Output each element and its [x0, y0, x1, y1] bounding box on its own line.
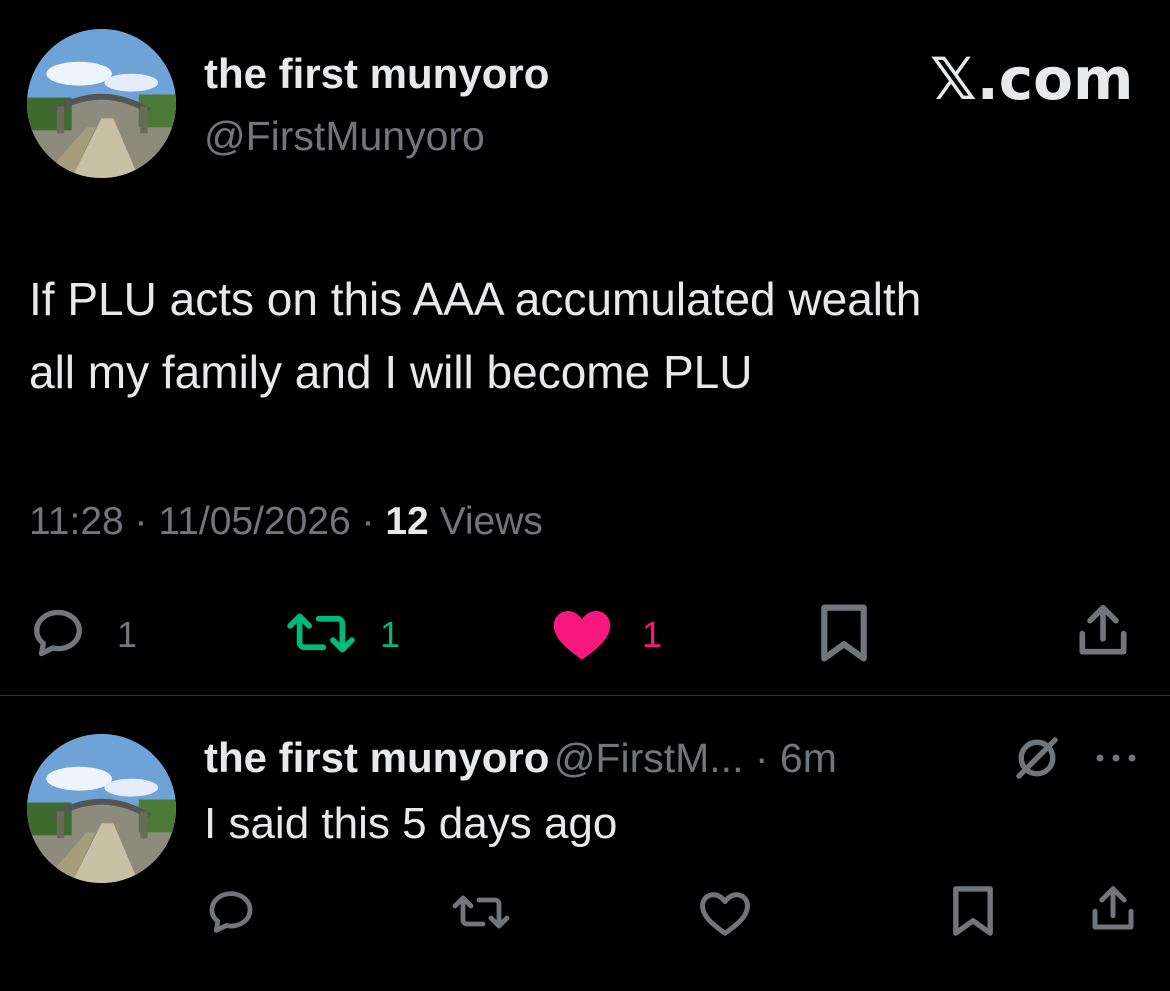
reply-bookmark-button[interactable] — [948, 884, 998, 938]
reply-share-button[interactable] — [1086, 882, 1140, 936]
tweet-text-line-1: If PLU acts on this AAA accumulated weal… — [29, 273, 922, 325]
reply-icon — [34, 609, 82, 657]
share-button[interactable] — [1072, 600, 1134, 662]
reply-icon — [209, 891, 253, 933]
reply-count: 1 — [117, 614, 138, 655]
grok-button[interactable] — [1010, 731, 1064, 785]
author-avatar[interactable] — [27, 29, 176, 178]
retweet-button[interactable] — [283, 604, 359, 662]
share-icon — [1092, 886, 1134, 930]
views-count: 12 — [385, 500, 429, 543]
reply-author-handle[interactable]: @FirstM... — [554, 735, 744, 781]
reply-button[interactable] — [28, 604, 88, 662]
author-handle[interactable]: @FirstMunyoro — [204, 113, 485, 160]
reply-text: I said this 5 days ago — [204, 799, 618, 848]
avatar-photo — [27, 29, 176, 178]
reply-retweet-button[interactable] — [449, 888, 513, 936]
grok-icon — [1016, 737, 1058, 779]
reply-author-avatar[interactable] — [27, 734, 176, 883]
tweet-date[interactable]: 11/05/2026 — [158, 500, 350, 543]
like-icon — [553, 611, 611, 660]
tweet-text-line-2: all my family and I will become PLU — [29, 346, 753, 398]
bookmark-button[interactable] — [815, 602, 873, 664]
like-button[interactable] — [547, 602, 617, 664]
tweet-time[interactable]: 11:28 — [29, 500, 124, 543]
tweet-divider — [0, 695, 1170, 696]
like-icon — [700, 892, 750, 936]
reply-reply-button[interactable] — [204, 886, 258, 938]
share-icon — [1079, 604, 1127, 655]
x-logo: 𝕏.com — [930, 45, 1134, 113]
like-count: 1 — [642, 614, 663, 655]
retweet-icon — [452, 895, 510, 929]
avatar-photo — [27, 734, 176, 883]
reply-time[interactable]: 6m — [780, 735, 837, 781]
author-name[interactable]: the first munyoro — [204, 50, 549, 98]
reply-author-name[interactable]: the first munyoro — [204, 734, 549, 781]
retweet-icon — [287, 613, 355, 653]
reply-like-button[interactable] — [695, 886, 755, 938]
more-button[interactable] — [1093, 748, 1139, 768]
views-label: Views — [439, 500, 543, 543]
tweet-meta: 11:28 · 11/05/2026 · 12 Views — [29, 500, 543, 543]
tweet-text: If PLU acts on this AAA accumulated weal… — [29, 263, 1159, 409]
retweet-count: 1 — [380, 614, 401, 655]
bookmark-icon — [821, 604, 867, 662]
more-icon — [1096, 754, 1136, 762]
bookmark-icon — [953, 886, 993, 936]
reply-header: the first munyoro @FirstM... · 6m — [204, 734, 837, 781]
